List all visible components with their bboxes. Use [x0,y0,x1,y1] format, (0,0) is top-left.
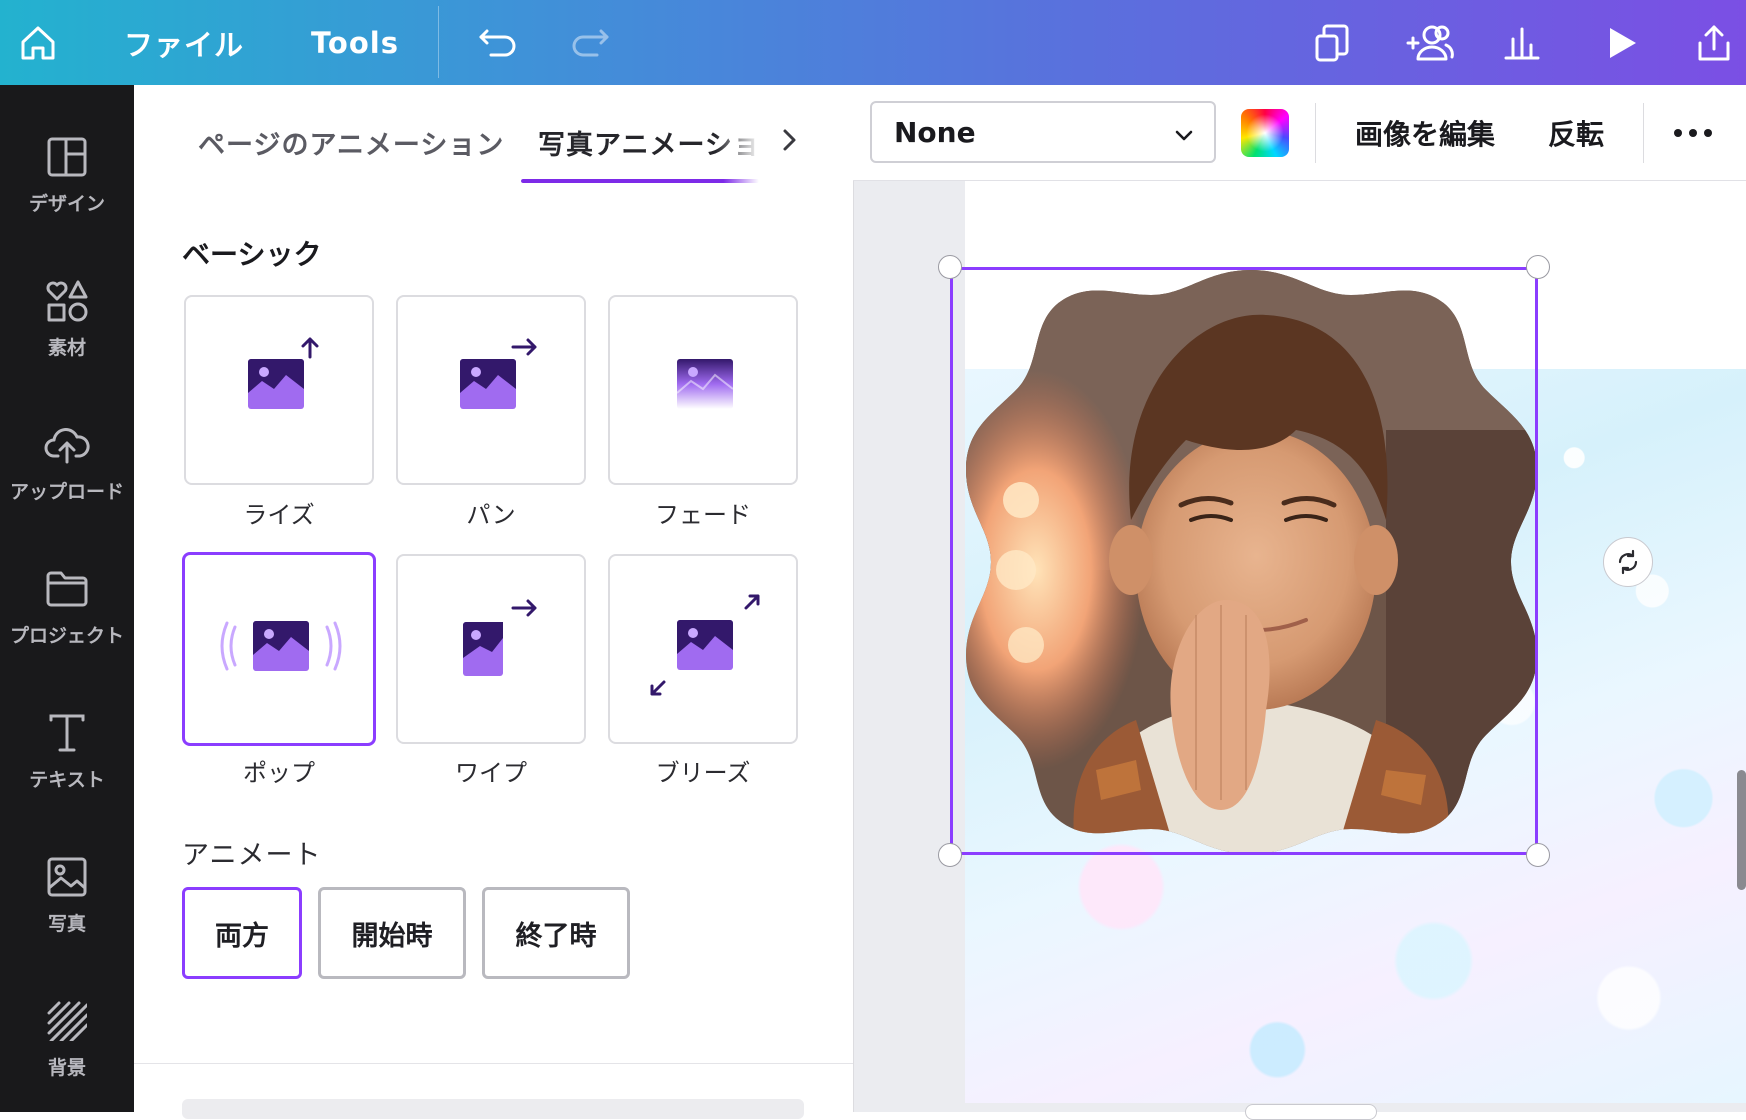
sidebar-item-label: テキスト [29,769,105,791]
toolbar-divider [438,6,439,78]
toolbar-divider [1643,103,1644,163]
context-toolbar: None 画像を編集 反転 [853,85,1746,181]
animation-fade-card[interactable] [608,295,798,485]
sidebar-item-label: 背景 [47,1057,86,1079]
photo-icon [43,853,91,901]
sidebar-item-uploads[interactable]: アップロード [0,401,134,521]
animation-label: パン [466,501,516,529]
resize-handle-bottom-left[interactable] [938,843,962,867]
sidebar-item-label: デザイン [28,193,105,215]
animation-panel: ページのアニメーション 写真アニメーション ベーシック [134,85,853,1119]
frame-style-dropdown[interactable]: None [870,101,1216,163]
sidebar-item-label: 写真 [47,913,86,935]
shapes-icon [43,277,91,325]
dropdown-value: None [894,115,976,149]
chevron-right-icon[interactable] [774,125,804,155]
resize-handle-top-left[interactable] [938,255,962,279]
image-rise-icon [248,337,319,409]
color-picker-button[interactable] [1241,109,1289,157]
chevron-down-icon [1175,130,1193,141]
animation-label: ワイプ [455,759,527,787]
cloud-upload-icon [43,421,91,469]
sidebar-item-design[interactable]: デザイン [0,113,134,233]
image-pop-icon [220,621,342,671]
tab-page-animation[interactable]: ページのアニメーション [198,123,504,162]
toolbar-divider [1315,103,1316,163]
animation-pan-card[interactable] [396,295,586,485]
image-wipe-icon [463,599,537,676]
undo-icon[interactable] [472,0,524,85]
section-title-basic: ベーシック [182,238,322,271]
sidebar-item-label: プロジェクト [9,625,124,647]
text-icon [43,709,91,757]
sidebar-item-label: アップロード [9,481,124,503]
file-menu-button[interactable]: ファイル [124,0,244,85]
chart-icon[interactable] [1500,0,1544,85]
vertical-scrollbar[interactable] [1737,770,1746,890]
animate-on-exit-button[interactable]: 終了時 [482,887,630,979]
animation-label: ライズ [243,501,315,529]
active-tab-indicator [521,179,759,183]
animation-label: ブリーズ [655,759,751,787]
animation-pop-card[interactable] [182,552,376,746]
redo-icon[interactable] [564,0,616,85]
edit-image-button[interactable]: 画像を編集 [1355,85,1495,181]
add-people-icon[interactable] [1403,0,1455,85]
folder-icon [43,565,91,613]
resize-handle-top-right[interactable] [1526,255,1550,279]
tab-photo-animation[interactable]: 写真アニメーション [538,123,760,162]
sidebar-item-background[interactable]: 背景 [0,977,134,1097]
rotate-icon[interactable] [1603,537,1653,587]
layout-icon [43,133,91,181]
animate-on-enter-button[interactable]: 開始時 [318,887,466,979]
page-indicator[interactable] [1245,1104,1377,1120]
resize-handle-bottom-right[interactable] [1526,843,1550,867]
selection-box[interactable] [950,267,1538,855]
image-pan-icon [460,338,537,409]
panel-bottom-bar [182,1099,804,1119]
animation-label: ポップ [243,759,315,787]
share-icon[interactable] [1692,0,1736,85]
animate-section-title: アニメート [182,840,322,871]
background-pattern-icon [43,997,91,1045]
animation-label: フェード [655,501,751,529]
sidebar-item-text[interactable]: テキスト [0,689,134,809]
left-sidebar: デザイン 素材 アップロード プロジェクト テキスト 写真 背景 [0,85,134,1112]
top-toolbar: ファイル Tools [0,0,1746,85]
animation-wipe-card[interactable] [396,554,586,744]
animate-both-button[interactable]: 両方 [182,887,302,979]
flip-button[interactable]: 反転 [1548,85,1604,181]
sidebar-item-projects[interactable]: プロジェクト [0,545,134,665]
sidebar-item-elements[interactable]: 素材 [0,257,134,377]
more-icon[interactable] [1673,85,1713,181]
home-icon[interactable] [14,0,62,85]
sidebar-item-photos[interactable]: 写真 [0,833,134,953]
copy-pages-icon[interactable] [1310,0,1354,85]
sidebar-item-label: 素材 [47,337,86,359]
play-icon[interactable] [1600,0,1644,85]
image-breathe-icon [650,594,760,696]
panel-tabs: ページのアニメーション 写真アニメーション [134,85,853,185]
animation-breathe-card[interactable] [608,554,798,744]
image-fade-icon [676,359,734,409]
animation-rise-card[interactable] [184,295,374,485]
panel-divider [134,1063,853,1064]
tools-menu-button[interactable]: Tools [310,0,400,85]
